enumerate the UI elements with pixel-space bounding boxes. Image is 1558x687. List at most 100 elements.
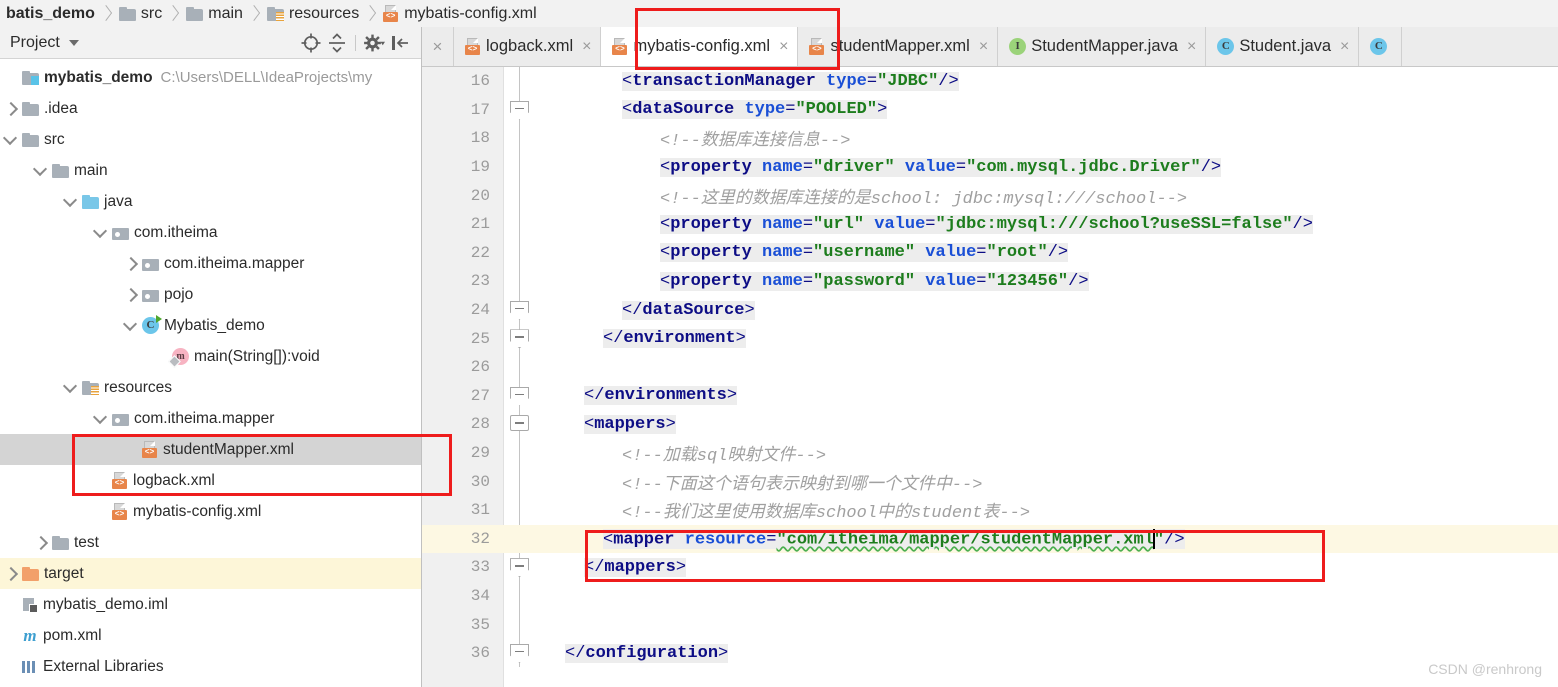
- code-line[interactable]: 23 <property name="password" value="12345…: [422, 267, 1558, 296]
- fold-marker-icon[interactable]: [510, 329, 529, 349]
- chevron-down-icon[interactable]: [60, 372, 82, 403]
- locate-icon[interactable]: [298, 30, 324, 56]
- tree-item-com-itheima-mapper[interactable]: com.itheima.mapper: [0, 248, 421, 279]
- fold-marker-icon[interactable]: [510, 643, 529, 663]
- tab-close-icon[interactable]: ×: [979, 38, 988, 55]
- tree-item-mybatis-demo[interactable]: mybatis_demo C:\Users\DELL\IdeaProjects\m…: [0, 62, 421, 93]
- tree-item-external-libraries[interactable]: External Libraries: [0, 651, 421, 682]
- editor-tab-bar: × <> logback.xml × <> mybatis-config.xml × <> st…: [422, 27, 1558, 67]
- code-line[interactable]: 29 <!--加载sql映射文件-->: [422, 439, 1558, 468]
- code-line[interactable]: 31 <!--我们这里使用数据库school中的student表-->: [422, 496, 1558, 525]
- tree-item-label: main(String[]):void: [194, 347, 320, 365]
- breadcrumb-item-resources[interactable]: resources: [261, 0, 363, 27]
- breadcrumb-item-main[interactable]: main: [180, 0, 247, 27]
- code-line[interactable]: 30 <!--下面这个语句表示映射到哪一个文件中-->: [422, 467, 1558, 496]
- xml-file-icon: <>: [112, 503, 128, 520]
- chevron-down-icon[interactable]: [120, 310, 142, 341]
- tree-item-mybatis-config-xml[interactable]: <> mybatis-config.xml: [0, 496, 421, 527]
- code-line[interactable]: 34: [422, 582, 1558, 611]
- collapse-all-icon[interactable]: [324, 30, 350, 56]
- tab-studentmapper-java[interactable]: I StudentMapper.java ×: [998, 27, 1207, 66]
- tree-item-logback-xml[interactable]: <> logback.xml: [0, 465, 421, 496]
- tab-partial[interactable]: C: [1359, 27, 1403, 66]
- project-tree[interactable]: mybatis_demo C:\Users\DELL\IdeaProjects\m…: [0, 59, 421, 682]
- code-line[interactable]: 17 <dataSource type="POOLED">: [422, 96, 1558, 125]
- tree-item-mybatis-demo-iml[interactable]: mybatis_demo.iml: [0, 589, 421, 620]
- chevron-right-icon[interactable]: [30, 527, 52, 558]
- close-icon[interactable]: ×: [422, 27, 454, 66]
- code-token-punct: </: [622, 300, 643, 320]
- code-line[interactable]: 21 <property name="url" value="jdbc:mysql…: [422, 210, 1558, 239]
- breadcrumb-item-mybatis-config-xml[interactable]: <> mybatis-config.xml: [377, 0, 540, 27]
- code-line[interactable]: 19 <property name="driver" value="com.mys…: [422, 153, 1558, 182]
- fold-marker-icon[interactable]: [510, 415, 529, 434]
- iml-file-icon: [22, 597, 38, 613]
- code-line[interactable]: 35: [422, 610, 1558, 639]
- code-token-attr: name: [762, 214, 803, 234]
- code-line[interactable]: 28 <mappers>: [422, 410, 1558, 439]
- hide-panel-icon[interactable]: [387, 30, 413, 56]
- tree-item-label: pojo: [164, 285, 194, 303]
- tree-item-main[interactable]: main: [0, 155, 421, 186]
- line-number: 18: [470, 129, 490, 148]
- chevron-down-icon[interactable]: [68, 39, 79, 46]
- tree-item-mybatis-demo[interactable]: C Mybatis_demo: [0, 310, 421, 341]
- chevron-down-icon[interactable]: [60, 186, 82, 217]
- tree-item-studentmapper-xml[interactable]: <> studentMapper.xml: [0, 434, 421, 465]
- chevron-down-icon[interactable]: [30, 155, 52, 186]
- tab-logback-xml[interactable]: <> logback.xml ×: [454, 27, 602, 66]
- tab-close-icon[interactable]: ×: [582, 38, 591, 55]
- tree-item-main-string-void[interactable]: m main(String[]):void: [0, 341, 421, 372]
- fold-marker-icon[interactable]: [510, 300, 529, 320]
- line-number: 35: [470, 615, 490, 634]
- tree-item-com-itheima-mapper[interactable]: com.itheima.mapper: [0, 403, 421, 434]
- code-line[interactable]: 26: [422, 353, 1558, 382]
- tree-item-target[interactable]: target: [0, 558, 421, 589]
- code-line[interactable]: 16 <transactionManager type="JDBC"/>: [422, 67, 1558, 96]
- tree-item--idea[interactable]: .idea: [0, 93, 421, 124]
- breadcrumb-item-src[interactable]: src: [113, 0, 166, 27]
- tab-studentmapper-xml[interactable]: <> studentMapper.xml ×: [798, 27, 999, 66]
- chevron-down-icon[interactable]: [0, 124, 22, 155]
- tab-close-icon[interactable]: ×: [1340, 38, 1349, 55]
- tree-item-pojo[interactable]: pojo: [0, 279, 421, 310]
- tree-item-test[interactable]: test: [0, 527, 421, 558]
- code-line[interactable]: 36 </configuration>: [422, 639, 1558, 668]
- tree-item-label: com.itheima.mapper: [134, 409, 275, 427]
- code-line[interactable]: 24 </dataSource>: [422, 296, 1558, 325]
- code-editor[interactable]: 16 <transactionManager type="JDBC"/> 17 <da…: [422, 67, 1558, 687]
- tree-item-resources[interactable]: resources: [0, 372, 421, 403]
- chevron-down-icon[interactable]: [90, 403, 112, 434]
- tab-close-icon[interactable]: ×: [779, 38, 788, 55]
- fold-marker-icon[interactable]: [510, 100, 529, 120]
- code-line[interactable]: 20 <!--这里的数据库连接的是school: jdbc:mysql:///sc…: [422, 181, 1558, 210]
- code-line[interactable]: 27 </environments>: [422, 382, 1558, 411]
- tree-item-com-itheima[interactable]: com.itheima: [0, 217, 421, 248]
- code-line[interactable]: 32 <mapper resource="com/itheima/mapper/s…: [422, 524, 1558, 554]
- code-line[interactable]: 22 <property name="username" value="root"…: [422, 239, 1558, 268]
- tree-item-pom-xml[interactable]: m pom.xml: [0, 620, 421, 651]
- tab-mybatis-config-xml[interactable]: <> mybatis-config.xml ×: [601, 27, 799, 66]
- breadcrumb-item-batis-demo[interactable]: batis_demo: [0, 0, 99, 27]
- chevron-right-icon[interactable]: [120, 279, 142, 310]
- fold-marker-icon[interactable]: [510, 386, 529, 406]
- code-token-val: "jdbc:mysql:///school?useSSL=false": [935, 214, 1293, 234]
- chevron-right-icon[interactable]: [0, 93, 22, 124]
- chevron-right-icon[interactable]: [0, 558, 22, 589]
- gear-icon[interactable]: [361, 30, 387, 56]
- breadcrumb-separator-icon: [99, 0, 113, 27]
- chevron-down-icon[interactable]: [90, 217, 112, 248]
- chevron-right-icon[interactable]: [120, 248, 142, 279]
- code-line[interactable]: 18 <!--数据库连接信息-->: [422, 124, 1558, 153]
- tab-close-icon[interactable]: ×: [1187, 38, 1196, 55]
- code-line[interactable]: 33 </mappers>: [422, 553, 1558, 582]
- code-line[interactable]: 25 </environment>: [422, 324, 1558, 353]
- tree-item-src[interactable]: src: [0, 124, 421, 155]
- fold-marker-icon[interactable]: [510, 558, 529, 578]
- tree-item-java[interactable]: java: [0, 186, 421, 217]
- line-number: 25: [470, 329, 490, 348]
- tab-student-java[interactable]: C Student.java ×: [1206, 27, 1360, 66]
